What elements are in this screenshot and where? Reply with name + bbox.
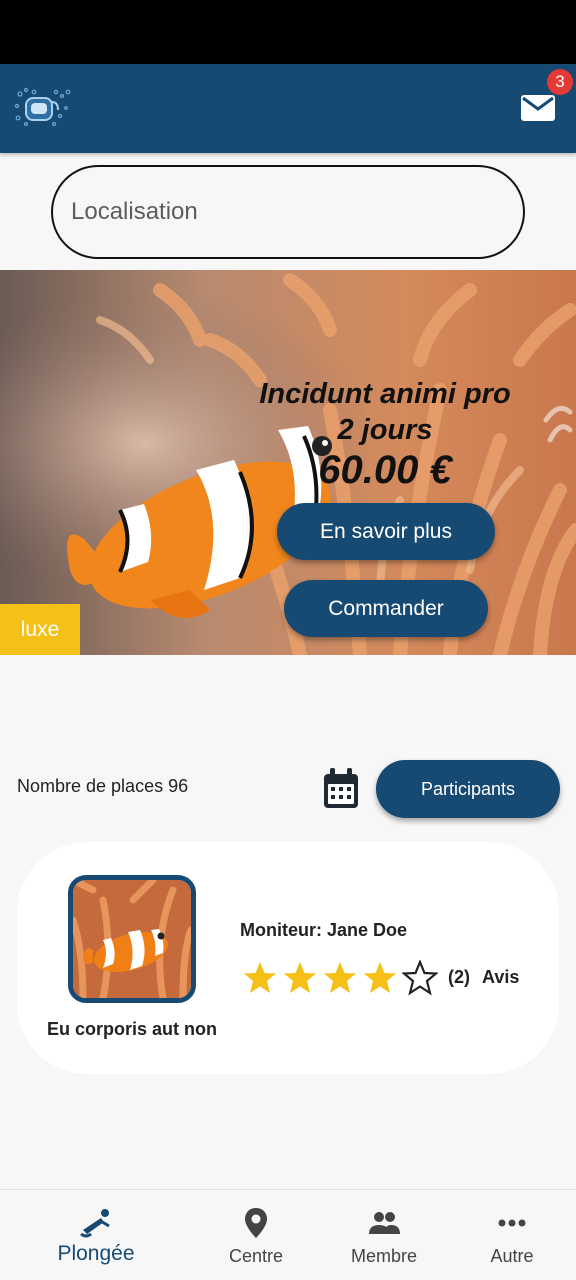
- category-tag: luxe: [0, 604, 80, 655]
- reviews-link[interactable]: Avis: [482, 967, 519, 988]
- unread-badge: 3: [547, 69, 573, 95]
- rating-stars: [242, 960, 438, 996]
- nav-label-autre: Autre: [490, 1246, 534, 1266]
- location-pin-icon: [245, 1208, 267, 1238]
- instructor-name: Moniteur: Jane Doe: [240, 920, 408, 940]
- more-dots-icon: [498, 1219, 526, 1227]
- location-search-input[interactable]: [51, 165, 525, 259]
- nav-item-autre[interactable]: Autre: [462, 1190, 562, 1280]
- star-filled-icon: [324, 962, 356, 993]
- calendar-icon[interactable]: [322, 768, 360, 810]
- dive-price: 60.00 €: [318, 448, 452, 492]
- star-filled-icon: [364, 962, 396, 993]
- course-name: Eu corporis aut non: [46, 1019, 217, 1039]
- star-filled-icon: [284, 962, 316, 993]
- nav-label-plongee: Plongée: [57, 1242, 135, 1265]
- available-places: Nombre de places 96: [17, 776, 189, 796]
- bottom-navigation: Plongée Centre Membre Autre: [0, 1189, 576, 1280]
- participants-button[interactable]: Participants: [376, 760, 560, 818]
- nav-label-membre: Membre: [350, 1246, 417, 1266]
- featured-dive-banner[interactable]: Incidunt animi pro 2 jours 60.00 € En sa…: [0, 270, 576, 655]
- people-icon: [369, 1212, 400, 1234]
- review-count: (2): [448, 967, 470, 987]
- learn-more-button[interactable]: En savoir plus: [277, 503, 495, 560]
- dive-mask-logo[interactable]: [12, 86, 74, 128]
- dive-duration: 2 jours: [337, 414, 433, 446]
- star-empty-icon: [402, 960, 438, 996]
- status-bar: [0, 0, 576, 64]
- app-bar: [0, 64, 576, 153]
- nav-item-plongee[interactable]: Plongée: [46, 1190, 146, 1280]
- order-button[interactable]: Commander: [284, 580, 488, 637]
- nav-label-centre: Centre: [228, 1246, 284, 1266]
- diver-icon: [80, 1209, 110, 1238]
- star-filled-icon: [244, 962, 276, 993]
- nav-item-membre[interactable]: Membre: [334, 1190, 434, 1280]
- nav-item-centre[interactable]: Centre: [206, 1190, 306, 1280]
- course-thumbnail: [68, 875, 196, 1003]
- dive-title: Incidunt animi pro: [259, 378, 511, 410]
